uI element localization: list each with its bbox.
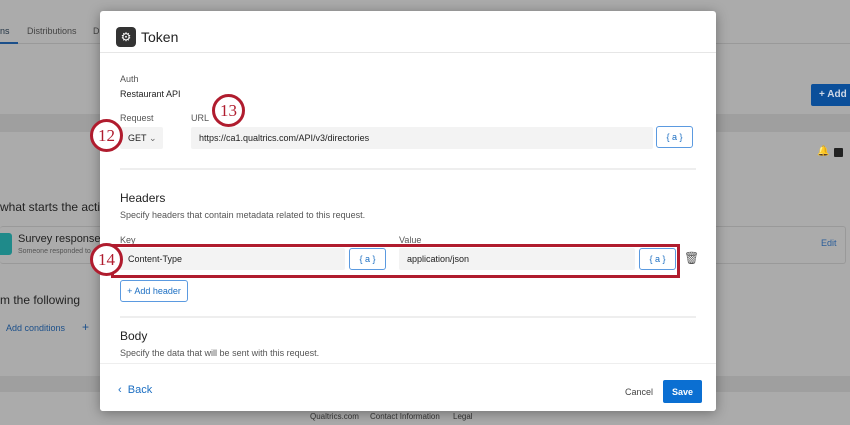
token-modal: ⚙ Token Auth Restaurant API Request GET … xyxy=(100,11,716,411)
tab-distributions[interactable]: Distributions xyxy=(27,26,77,36)
annotation-badge-13: 13 xyxy=(212,94,245,127)
url-label: URL xyxy=(191,113,210,123)
globe-icon: ⚙ xyxy=(116,27,136,47)
chevron-down-icon: ⌄ xyxy=(149,132,157,143)
back-label: Back xyxy=(127,384,153,396)
chevron-left-icon: ‹ xyxy=(118,384,122,396)
url-value: https://ca1.qualtrics.com/API/v3/directo… xyxy=(199,133,370,143)
trigger-subtitle: Someone responded to xyxy=(18,248,91,255)
save-button[interactable]: Save xyxy=(663,380,702,403)
survey-icon xyxy=(0,233,12,255)
divider xyxy=(120,168,696,170)
auth-value: Restaurant API xyxy=(120,89,181,99)
request-label: Request xyxy=(120,113,154,123)
add-button[interactable]: + Add xyxy=(811,84,850,106)
request-method-select[interactable]: GET ⌄ xyxy=(120,127,163,149)
add-icon[interactable]: + xyxy=(82,320,89,334)
request-method-value: GET xyxy=(128,133,147,143)
cancel-button[interactable]: Cancel xyxy=(625,387,653,397)
modal-title: Token xyxy=(141,29,179,45)
footer-link-legal[interactable]: Legal xyxy=(453,412,473,421)
copy-icon[interactable] xyxy=(834,148,843,157)
modal-header: ⚙ Token xyxy=(100,11,716,53)
annotation-badge-12: 12 xyxy=(90,119,123,152)
add-conditions-link[interactable]: Add conditions xyxy=(6,323,65,333)
headers-title: Headers xyxy=(120,191,166,205)
divider xyxy=(120,316,696,318)
url-piped-text-button[interactable]: { a } xyxy=(656,126,693,148)
auth-label: Auth xyxy=(120,74,139,84)
url-input[interactable]: https://ca1.qualtrics.com/API/v3/directo… xyxy=(191,127,653,149)
body-description: Specify the data that will be sent with … xyxy=(120,348,320,358)
trash-icon[interactable]: 🗑 xyxy=(684,251,699,265)
edit-link[interactable]: Edit xyxy=(821,238,837,248)
add-button-label: Add xyxy=(827,89,847,100)
annotation-highlight-box xyxy=(111,244,680,278)
modal-footer: ‹ Back Cancel Save xyxy=(100,363,716,411)
body-title: Body xyxy=(120,329,148,343)
active-tab-indicator xyxy=(0,42,18,44)
trigger-title: Survey response xyxy=(18,233,101,245)
back-button[interactable]: ‹ Back xyxy=(118,384,152,396)
tab-data[interactable]: D xyxy=(93,26,100,36)
trigger-heading: what starts the actio xyxy=(0,200,107,214)
tab-actions[interactable]: ns xyxy=(0,26,10,36)
add-header-button[interactable]: + Add header xyxy=(120,280,188,302)
conditions-heading: m the following xyxy=(0,293,81,307)
headers-description: Specify headers that contain metadata re… xyxy=(120,210,366,220)
bell-icon[interactable]: 🔔 xyxy=(817,146,829,157)
footer-link-qualtrics[interactable]: Qualtrics.com xyxy=(310,412,359,421)
annotation-badge-14: 14 xyxy=(90,243,123,276)
footer-link-contact[interactable]: Contact Information xyxy=(370,412,440,421)
